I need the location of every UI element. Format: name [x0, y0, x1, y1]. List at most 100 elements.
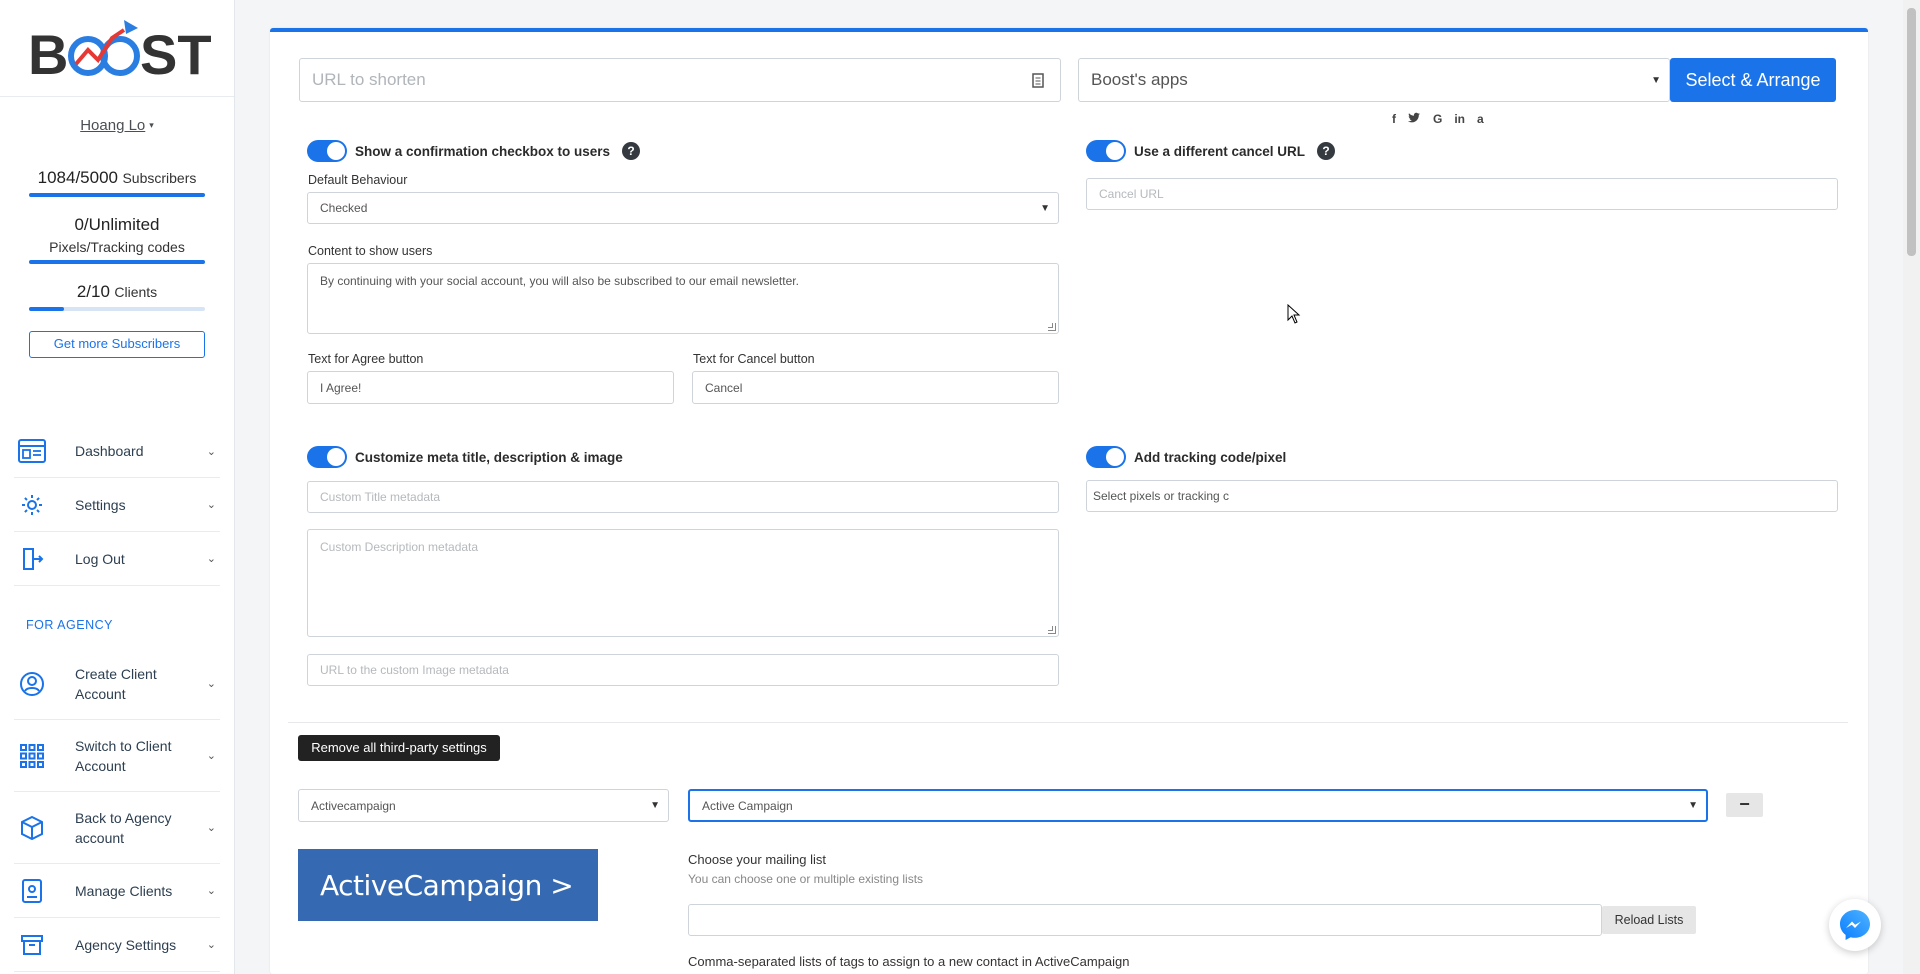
resize-grip-icon[interactable]	[1048, 323, 1056, 331]
cancel-url-input[interactable]: Cancel URL	[1086, 178, 1838, 210]
agree-label: Text for Agree button	[308, 352, 424, 366]
sidebar-item-agency-settings[interactable]: Agency Settings ⌄	[14, 918, 220, 972]
tracking-placeholder: Select pixels or tracking c	[1093, 489, 1230, 503]
pixels-stat: 0/Unlimited Pixels/Tracking codes	[29, 215, 205, 264]
page-scrollbar[interactable]	[1903, 0, 1920, 974]
default-behaviour-select[interactable]: Checked ▼	[307, 192, 1059, 224]
sidebar-item-switch-client[interactable]: Switch to Client Account ⌄	[14, 720, 220, 792]
cancel-url-toggle-label: Use a different cancel URL	[1134, 143, 1306, 159]
cancel-input[interactable]: Cancel	[692, 371, 1059, 404]
chevron-down-icon: ⌄	[206, 822, 216, 834]
mailing-list-input[interactable]	[688, 904, 1602, 936]
default-behaviour-value: Checked	[320, 201, 368, 215]
integration-value: Activecampaign	[311, 798, 396, 813]
user-name: Hoang Lo	[80, 117, 146, 134]
pixels-label: Pixels/Tracking codes	[49, 239, 185, 255]
sidebar-item-settings[interactable]: Settings ⌄	[14, 478, 220, 532]
confirmation-toggle-label: Show a confirmation checkbox to users	[355, 143, 611, 159]
sidebar-item-label: Dashboard	[75, 443, 144, 459]
account-select[interactable]: Active Campaign ▼	[688, 789, 1708, 822]
activecampaign-logo: ActiveCampaign >	[298, 849, 598, 921]
sidebar-item-label: Settings	[75, 496, 126, 513]
chevron-down-icon: ▼	[1651, 74, 1661, 86]
user-circle-icon	[14, 671, 50, 697]
sidebar-item-logout[interactable]: Log Out ⌄	[14, 532, 220, 586]
archive-icon	[14, 933, 50, 957]
get-more-subscribers-button[interactable]: Get more Subscribers	[29, 331, 205, 358]
reload-lists-button[interactable]: Reload Lists	[1602, 906, 1696, 934]
clients-label: Clients	[114, 284, 158, 300]
mouse-cursor-icon	[1287, 303, 1301, 329]
cancel-url-toggle-row: Use a different cancel URL ?	[1086, 140, 1336, 162]
social-icons: f G in a	[1392, 112, 1484, 127]
content-label: Content to show users	[308, 244, 433, 258]
tracking-toggle[interactable]	[1086, 446, 1126, 468]
mailing-list-label: Choose your mailing list	[688, 852, 827, 867]
tags-label: Comma-separated lists of tags to assign …	[688, 954, 1130, 969]
clients-stat: 2/10 Clients	[29, 282, 205, 311]
help-icon[interactable]: ?	[1317, 142, 1336, 160]
boost-logo-icon: B ST	[28, 20, 212, 82]
agree-input[interactable]: I Agree!	[307, 371, 674, 404]
chevron-down-icon: ⌄	[206, 885, 216, 897]
sidebar-item-label: Switch to Client Account	[75, 737, 172, 774]
tracking-toggle-label: Add tracking code/pixel	[1134, 449, 1287, 465]
boost-apps-select[interactable]: Boost's apps ▼	[1078, 58, 1670, 102]
sidebar-item-dashboard[interactable]: Dashboard ⌄	[14, 425, 220, 478]
chevron-down-icon: ▼	[650, 800, 660, 811]
meta-title-input[interactable]: Custom Title metadata	[307, 481, 1059, 513]
confirmation-toggle-row: Show a confirmation checkbox to users ?	[307, 140, 641, 162]
clients-count: 2/10	[76, 282, 110, 301]
linkedin-icon[interactable]: in	[1454, 112, 1465, 127]
clipboard-icon[interactable]	[1032, 72, 1044, 93]
confirmation-toggle[interactable]	[307, 140, 347, 162]
boost-apps-value: Boost's apps	[1091, 70, 1188, 89]
url-to-shorten-input[interactable]: URL to shorten	[299, 58, 1061, 102]
messenger-chat-button[interactable]	[1829, 899, 1881, 951]
chevron-down-icon: ⌄	[206, 939, 216, 951]
google-icon[interactable]: G	[1433, 112, 1442, 127]
twitter-icon[interactable]	[1408, 112, 1421, 127]
sidebar-item-label: Back to Agency account	[75, 809, 172, 846]
subscribers-label: Subscribers	[122, 170, 197, 186]
clients-progress	[29, 307, 205, 311]
chevron-down-icon: ⌄	[206, 445, 216, 458]
pixels-progress	[29, 260, 205, 264]
meta-toggle[interactable]	[307, 446, 347, 468]
for-agency-heading: FOR AGENCY	[26, 618, 113, 632]
content-textarea[interactable]: By continuing with your social account, …	[307, 263, 1059, 334]
user-menu[interactable]: Hoang Lo ▾	[0, 117, 234, 134]
amazon-icon[interactable]: a	[1477, 112, 1484, 127]
url-input-placeholder: URL to shorten	[312, 70, 426, 89]
resize-grip-icon[interactable]	[1048, 626, 1056, 634]
box-icon	[14, 815, 50, 841]
grid-icon	[14, 743, 50, 769]
tracking-select-input[interactable]: Select pixels or tracking c	[1086, 480, 1838, 512]
cancel-url-toggle[interactable]	[1086, 140, 1126, 162]
subscribers-count: 1084/5000	[37, 168, 118, 187]
remove-integration-button[interactable]: −	[1726, 793, 1763, 817]
pixels-count: 0/Unlimited	[74, 215, 160, 234]
facebook-icon[interactable]: f	[1392, 112, 1396, 127]
subscribers-progress	[29, 193, 205, 197]
clients-progress-fill	[29, 307, 65, 311]
sidebar-item-label: Agency Settings	[75, 936, 177, 953]
default-behaviour-label: Default Behaviour	[308, 173, 408, 187]
sidebar-item-create-client[interactable]: Create Client Account ⌄	[14, 648, 220, 720]
scrollbar-thumb[interactable]	[1907, 8, 1916, 256]
sidebar-item-back-agency[interactable]: Back to Agency account ⌄	[14, 792, 220, 864]
sidebar-item-label: Create Client Account	[75, 665, 157, 702]
sidebar: B ST Hoang Lo ▾ 1084/5000 Subscribers 0/U…	[0, 0, 235, 974]
meta-description-textarea[interactable]: Custom Description metadata	[307, 529, 1059, 637]
id-badge-icon	[14, 878, 50, 904]
select-arrange-button[interactable]: Select & Arrange	[1670, 58, 1836, 102]
meta-image-placeholder: URL to the custom Image metadata	[320, 663, 509, 677]
chevron-down-icon: ⌄	[206, 678, 216, 690]
chevron-down-icon: ▼	[1688, 800, 1698, 811]
integration-select[interactable]: Activecampaign ▼	[298, 789, 669, 822]
logo[interactable]: B ST	[0, 0, 234, 97]
sidebar-item-manage-clients[interactable]: Manage Clients ⌄	[14, 864, 220, 918]
help-icon[interactable]: ?	[622, 142, 641, 160]
meta-image-input[interactable]: URL to the custom Image metadata	[307, 654, 1059, 686]
remove-third-party-button[interactable]: Remove all third-party settings	[298, 735, 500, 761]
